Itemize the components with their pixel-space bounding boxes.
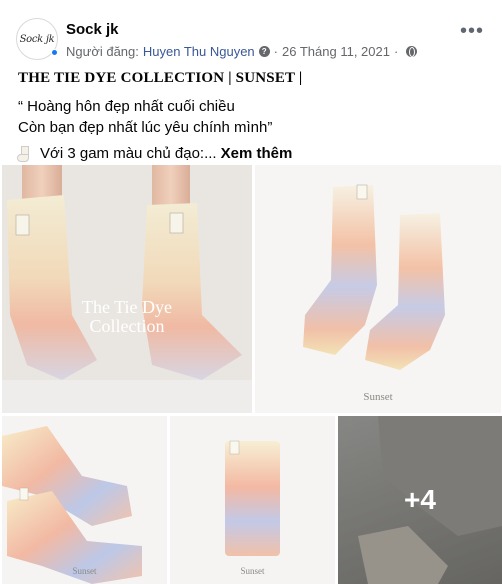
posted-by-label: Người đăng:: [66, 44, 139, 59]
photo-1-caption-line-1: The Tie Dye: [82, 297, 172, 317]
photo-2-illustration: [303, 184, 445, 370]
post-text-line-3: Với 3 gam màu chủ đạo:... Xem thêm: [16, 145, 292, 162]
author-link[interactable]: Huyen Thu Nguyen: [143, 44, 255, 59]
photo-4[interactable]: Sunset: [170, 416, 335, 584]
post-meta: Người đăng: Huyen Thu Nguyen ? · 26 Thán…: [66, 44, 418, 59]
more-options-icon[interactable]: •••: [460, 21, 484, 41]
photo-1[interactable]: The Tie Dye Collection: [2, 165, 252, 413]
photo-4-caption: Sunset: [240, 566, 265, 576]
avatar[interactable]: Sock jk: [16, 18, 58, 60]
globe-icon: [406, 46, 418, 57]
post-date-link[interactable]: 26 Tháng 11, 2021: [282, 44, 390, 59]
photo-5[interactable]: +4: [338, 416, 502, 584]
more-photos-overlay[interactable]: +4: [338, 416, 502, 584]
see-more-link[interactable]: Xem thêm: [221, 145, 293, 162]
meta-separator-2: ·: [393, 44, 399, 59]
photo-4-illustration: [225, 440, 280, 556]
avatar-logo-text: Sock jk: [19, 33, 55, 45]
avatar-badge: [51, 49, 58, 56]
post-card: Sock jk Sock jk Người đăng: Huyen Thu Ng…: [0, 0, 502, 584]
photo-1-illustration: [2, 165, 252, 413]
more-photos-count: +4: [404, 484, 436, 515]
post-text-line-1: “ Hoàng hôn đẹp nhất cuối chiều: [18, 98, 235, 115]
post-header: Sock jk Sock jk Người đăng: Huyen Thu Ng…: [16, 14, 490, 62]
meta-separator: ·: [273, 44, 279, 59]
photo-1-caption-line-2: Collection: [89, 316, 165, 336]
photo-1-caption: The Tie Dye Collection: [2, 298, 252, 336]
post-text-preview: Với 3 gam màu chủ đạo:...: [40, 145, 217, 162]
photo-2[interactable]: Sunset: [255, 165, 501, 413]
info-icon[interactable]: ?: [258, 46, 270, 57]
photo-3-caption: Sunset: [72, 566, 97, 576]
post-title: THE TIE DYE COLLECTION | SUNSET |: [18, 70, 303, 86]
photo-2-caption: Sunset: [363, 391, 393, 403]
page-name-link[interactable]: Sock jk: [66, 21, 119, 38]
photo-3[interactable]: Sunset: [2, 416, 167, 584]
post-text-line-2: Còn bạn đẹp nhất lúc yêu chính mình”: [18, 119, 273, 136]
sock-emoji-icon: [16, 145, 34, 162]
photo-3-illustration: [2, 426, 142, 584]
